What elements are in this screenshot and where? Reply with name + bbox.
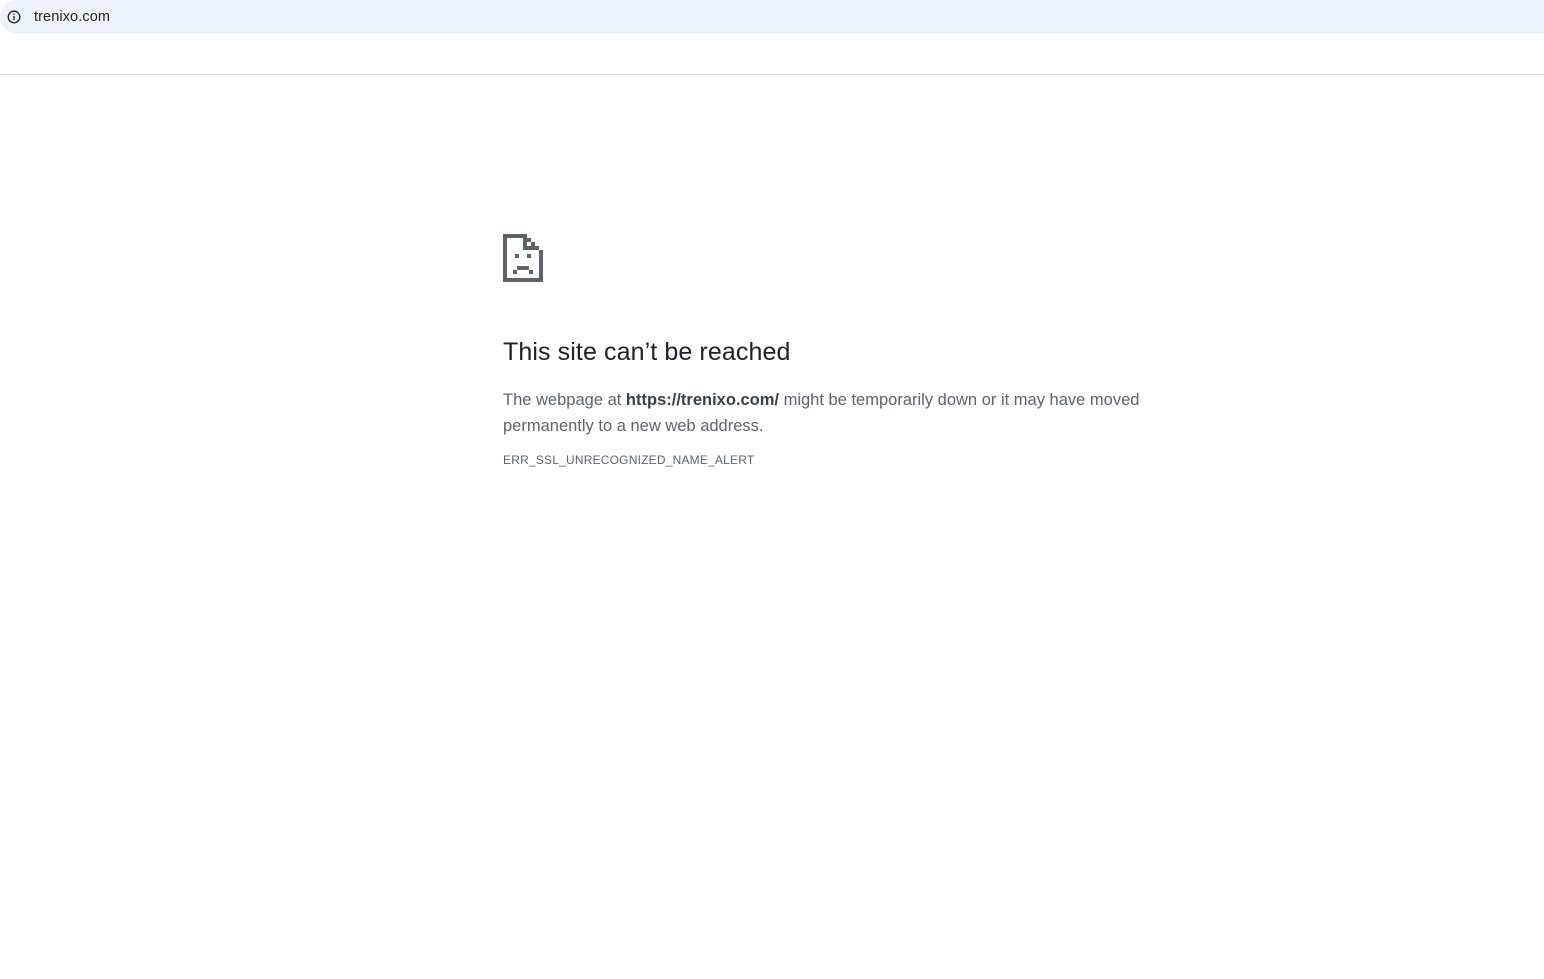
error-content: This site can’t be reached The webpage a… [503, 234, 1163, 467]
toolbar-divider [0, 74, 1544, 75]
error-description: The webpage at https://trenixo.com/ migh… [503, 387, 1163, 439]
info-circle-icon[interactable] [0, 0, 28, 34]
error-url: https://trenixo.com/ [625, 391, 780, 409]
error-title: This site can’t be reached [503, 338, 791, 366]
error-code: ERR_SSL_UNRECOGNIZED_NAME_ALERT [503, 453, 755, 467]
description-before: The webpage at [503, 391, 626, 409]
sad-page-icon [503, 234, 543, 282]
url-text[interactable]: trenixo.com [34, 9, 110, 25]
address-bar[interactable]: trenixo.com [0, 0, 1544, 34]
